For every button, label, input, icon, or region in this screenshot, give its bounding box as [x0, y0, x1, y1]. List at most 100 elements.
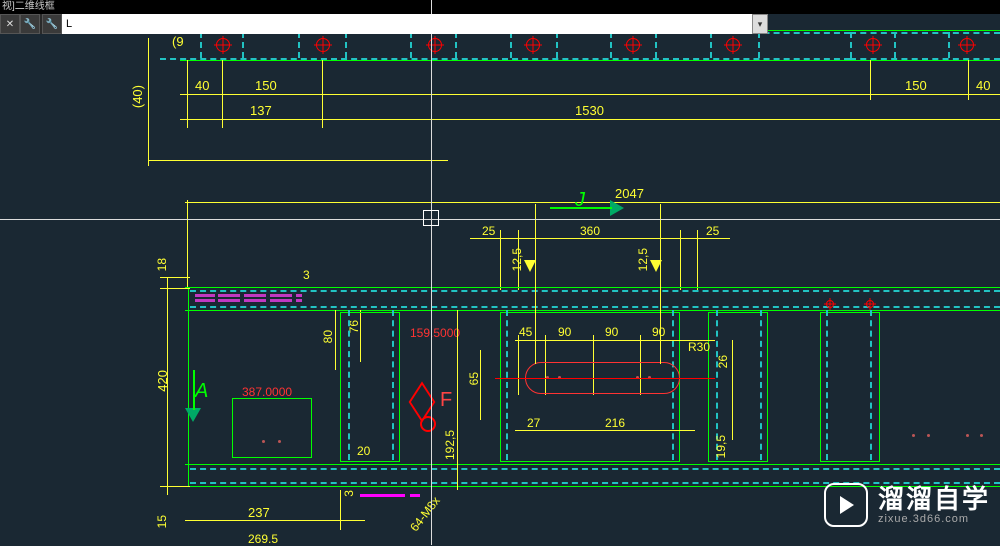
- dim-line: [180, 94, 1000, 95]
- dim-line: [515, 430, 695, 431]
- dim-ext: [148, 38, 149, 166]
- hatch-fill: [218, 292, 240, 302]
- dim-ext: [660, 204, 661, 364]
- dashed-line: [190, 306, 1000, 308]
- dim-ext: [187, 60, 188, 128]
- view-title-bar: 视]二维线框: [0, 0, 1000, 14]
- dim-ext: [187, 200, 188, 288]
- play-icon: [824, 483, 868, 527]
- dashed-line: [760, 310, 762, 460]
- dashed-line: [710, 32, 712, 58]
- edge-line: [185, 310, 1000, 311]
- cad-canvas[interactable]: 视]二维线框 ✕ 🔧 🔧 ▾: [0, 0, 1000, 545]
- dim-label: 90: [558, 325, 571, 339]
- dim-line: [185, 202, 1000, 203]
- dim-label: 25: [706, 224, 719, 238]
- hole-mark-icon: [216, 38, 230, 52]
- dim-label: 90: [605, 325, 618, 339]
- dim-label: 2047: [615, 186, 644, 201]
- dim-label: 40: [195, 78, 209, 93]
- dim-ext: [535, 204, 536, 364]
- hole-mark-icon: [866, 38, 880, 52]
- dashed-line: [392, 310, 394, 460]
- hole-mark-icon: [960, 38, 974, 52]
- dashed-line: [870, 310, 872, 460]
- dim-line: [470, 238, 730, 239]
- dim-label: 360: [580, 224, 600, 238]
- watermark-url: zixue.3d66.com: [878, 514, 990, 525]
- dim-label: 20: [357, 444, 370, 458]
- dim-label: 15: [155, 515, 169, 528]
- command-dropdown[interactable]: ▾: [752, 14, 768, 34]
- crosshair-vertical: [431, 0, 432, 545]
- close-button[interactable]: ✕: [0, 14, 20, 34]
- dashed-line: [655, 32, 657, 58]
- hatch-fill: [296, 292, 302, 302]
- dim-label: 137: [250, 103, 272, 118]
- dashed-line: [200, 32, 202, 58]
- section-label-f: F: [440, 389, 452, 412]
- hole-mark-icon: [826, 300, 834, 308]
- dim-line: [180, 119, 1000, 120]
- dim-label: 27: [527, 416, 540, 430]
- dim-ext: [322, 60, 323, 128]
- dashed-line: [850, 32, 852, 58]
- hatch-fill: [360, 494, 405, 497]
- dashed-line: [850, 32, 1000, 34]
- circle-icon: [420, 416, 436, 432]
- hole-mark-icon: [316, 38, 330, 52]
- dim-ext: [500, 230, 501, 290]
- hole-dot: [278, 440, 281, 443]
- crosshair-horizontal: [0, 219, 1000, 220]
- dim-line: [185, 520, 365, 521]
- section-arrow-icon: [610, 200, 624, 216]
- tool-button-1[interactable]: 🔧: [20, 14, 40, 34]
- dim-label: 18: [155, 258, 169, 271]
- centerline: [495, 378, 715, 379]
- dim-ext: [160, 486, 190, 487]
- hole-dot: [927, 434, 930, 437]
- dashed-line: [348, 310, 350, 460]
- dim-label: 269.5: [248, 532, 278, 546]
- dim-ext: [732, 340, 733, 440]
- dashed-line: [506, 310, 508, 460]
- command-input[interactable]: [62, 14, 752, 34]
- hole-mark-icon: [726, 38, 740, 52]
- dashed-line: [190, 290, 1000, 292]
- hole-mark-icon: [866, 300, 874, 308]
- crosshair-pickbox: [423, 210, 439, 226]
- dim-label: 237: [248, 505, 270, 520]
- dim-label: 25: [482, 224, 495, 238]
- dim-ext: [680, 230, 681, 290]
- hatch-fill: [270, 292, 292, 302]
- dim-ext: [160, 288, 190, 289]
- tool-button-2[interactable]: 🔧: [42, 14, 62, 34]
- dim-label: 90: [652, 325, 665, 339]
- dim-ext: [340, 490, 341, 530]
- watermark: 溜溜自学 zixue.3d66.com: [824, 483, 990, 527]
- dashed-line: [455, 32, 457, 58]
- section-arrow-icon: [185, 408, 201, 422]
- dim-label: 80: [321, 330, 335, 343]
- hole-dot: [912, 434, 915, 437]
- dim-ext: [160, 277, 190, 278]
- dim-label: 40: [976, 78, 990, 93]
- dashed-line: [510, 32, 512, 58]
- dashed-line: [345, 32, 347, 58]
- dim-label: 3: [303, 268, 310, 282]
- dim-line: [148, 160, 448, 161]
- hole-dot: [980, 434, 983, 437]
- dim-label: 1530: [575, 103, 604, 118]
- dim-label: 150: [905, 78, 927, 93]
- measure-readout: 159.5000: [410, 326, 460, 340]
- hatch-fill: [410, 494, 420, 497]
- dim-line: [335, 310, 336, 370]
- dim-label: 192,5: [443, 430, 457, 460]
- section-line: [550, 207, 612, 209]
- edge-line: [180, 60, 1000, 61]
- dashed-line: [242, 32, 244, 58]
- section-line: [193, 370, 195, 410]
- dim-label: R30: [688, 340, 710, 354]
- dim-label: (9: [172, 34, 184, 49]
- edge-line: [188, 287, 189, 487]
